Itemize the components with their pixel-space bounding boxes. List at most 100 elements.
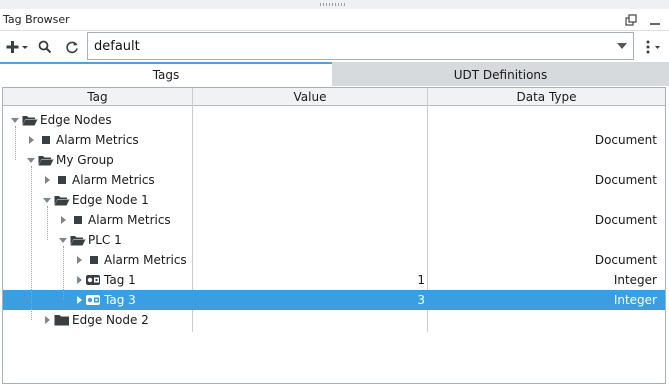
tag-name: Edge Node 1 xyxy=(72,193,149,207)
tab-udt-definitions-label: UDT Definitions xyxy=(453,68,548,82)
tag-cell[interactable]: Edge Node 1 xyxy=(41,190,149,210)
tree-row[interactable]: Alarm Metrics Document xyxy=(3,170,665,190)
minimize-panel-icon[interactable] xyxy=(647,12,663,28)
column-header-data-type[interactable]: Data Type xyxy=(428,88,665,106)
expand-triangle-icon[interactable] xyxy=(25,130,37,150)
column-type-label: Data Type xyxy=(516,90,577,104)
tag-name: Tag 3 xyxy=(104,293,136,307)
tag-name: PLC 1 xyxy=(88,233,122,247)
tag-name: Edge Node 2 xyxy=(72,313,149,327)
tag-cell[interactable]: Alarm Metrics xyxy=(41,170,155,190)
column-tag-label: Tag xyxy=(87,90,108,104)
refresh-icon[interactable] xyxy=(63,36,81,58)
tag-tree-table: Tag Value Data Type Edge Nodes Alarm Metr… xyxy=(2,87,666,384)
tag-cell[interactable]: Edge Node 2 xyxy=(41,310,149,330)
value-cell[interactable] xyxy=(193,230,425,250)
folder-open-icon xyxy=(37,150,55,170)
tag-name: Edge Nodes xyxy=(40,113,112,127)
data-type-cell xyxy=(428,190,657,210)
document-tag-icon xyxy=(85,250,103,270)
tag-name: Alarm Metrics xyxy=(88,213,171,227)
tag-cell[interactable]: Edge Nodes xyxy=(9,110,112,130)
tree-row[interactable]: Alarm Metrics Document xyxy=(3,130,665,150)
value-cell[interactable] xyxy=(193,150,425,170)
column-header-tag[interactable]: Tag xyxy=(3,88,192,106)
tag-cell[interactable]: PLC 1 xyxy=(57,230,122,250)
tag-cell[interactable]: Tag 3 xyxy=(73,290,136,310)
folder-open-icon xyxy=(21,110,39,130)
tree-guide-line xyxy=(63,246,64,300)
tree-row[interactable]: Alarm Metrics Document xyxy=(3,250,665,270)
expand-triangle-icon[interactable] xyxy=(73,250,85,270)
tree-row[interactable]: Edge Nodes xyxy=(3,110,665,130)
tag-cell[interactable]: Alarm Metrics xyxy=(73,250,187,270)
expand-triangle-icon[interactable] xyxy=(57,210,69,230)
table-header: Tag Value Data Type xyxy=(3,88,665,106)
tab-tags-label: Tags xyxy=(152,68,180,82)
tag-name: Alarm Metrics xyxy=(72,173,155,187)
data-type-cell: Document xyxy=(594,173,657,187)
tag-provider-select[interactable]: default xyxy=(87,32,634,60)
data-type-cell: Document xyxy=(594,213,657,227)
panel-drag-grip[interactable] xyxy=(0,0,669,9)
data-type-cell: Document xyxy=(594,133,657,147)
tree-guide-line xyxy=(31,166,32,320)
tag-browser-tabs: Tags UDT Definitions xyxy=(0,62,669,86)
value-cell[interactable] xyxy=(193,250,425,270)
data-type-cell: Integer xyxy=(613,293,657,307)
data-type-cell xyxy=(428,110,657,130)
value-cell[interactable] xyxy=(193,110,425,130)
tab-tags[interactable]: Tags xyxy=(0,62,332,86)
tag-name: Alarm Metrics xyxy=(104,253,187,267)
tag-name: Alarm Metrics xyxy=(56,133,139,147)
tag-cell[interactable]: Tag 1 xyxy=(73,270,136,290)
tree-row[interactable]: Edge Node 2 xyxy=(3,310,665,330)
value-cell[interactable] xyxy=(193,130,425,150)
value-cell[interactable]: 3 xyxy=(193,290,425,310)
data-type-cell xyxy=(428,230,657,250)
document-tag-icon xyxy=(53,170,71,190)
column-header-value[interactable]: Value xyxy=(193,88,427,106)
search-icon[interactable] xyxy=(36,36,54,58)
document-tag-icon xyxy=(37,130,55,150)
panel-titlebar: Tag Browser xyxy=(0,9,669,31)
folder-closed-icon xyxy=(53,310,71,330)
data-type-cell xyxy=(428,150,657,170)
data-type-cell xyxy=(428,310,657,330)
opc-tag-icon xyxy=(85,290,103,310)
folder-open-icon xyxy=(69,230,87,250)
data-type-cell: Integer xyxy=(613,273,657,287)
tree-row[interactable]: Tag 3 3 Integer xyxy=(3,290,665,310)
tree-row[interactable]: Edge Node 1 xyxy=(3,190,665,210)
grip-dots xyxy=(320,3,346,6)
tag-cell[interactable]: Alarm Metrics xyxy=(25,130,139,150)
float-window-icon[interactable] xyxy=(623,12,639,28)
value-cell[interactable]: 1 xyxy=(193,270,425,290)
tag-provider-value: default xyxy=(94,39,140,54)
tree-row[interactable]: My Group xyxy=(3,150,665,170)
tree-row[interactable]: PLC 1 xyxy=(3,230,665,250)
tree-guide-line xyxy=(15,126,16,160)
tag-cell[interactable]: My Group xyxy=(25,150,114,170)
expand-triangle-icon[interactable] xyxy=(41,170,53,190)
more-options-button[interactable] xyxy=(641,36,665,58)
document-tag-icon xyxy=(69,210,87,230)
chevron-down-icon[interactable] xyxy=(611,33,633,59)
data-type-cell: Document xyxy=(594,253,657,267)
tag-cell[interactable]: Alarm Metrics xyxy=(57,210,171,230)
value-cell[interactable] xyxy=(193,170,425,190)
expand-triangle-icon[interactable] xyxy=(73,290,85,310)
value-cell[interactable] xyxy=(193,310,425,330)
opc-tag-icon xyxy=(85,270,103,290)
value-cell[interactable] xyxy=(193,190,425,210)
expand-triangle-icon[interactable] xyxy=(73,270,85,290)
tag-name: My Group xyxy=(56,153,114,167)
value-cell[interactable] xyxy=(193,210,425,230)
tree-row[interactable]: Alarm Metrics Document xyxy=(3,210,665,230)
tab-udt-definitions[interactable]: UDT Definitions xyxy=(332,62,669,86)
column-value-label: Value xyxy=(293,90,327,104)
add-tag-button[interactable] xyxy=(5,36,31,58)
tree-row[interactable]: Tag 1 1 Integer xyxy=(3,270,665,290)
tag-name: Tag 1 xyxy=(104,273,136,287)
expand-triangle-icon[interactable] xyxy=(41,310,53,330)
